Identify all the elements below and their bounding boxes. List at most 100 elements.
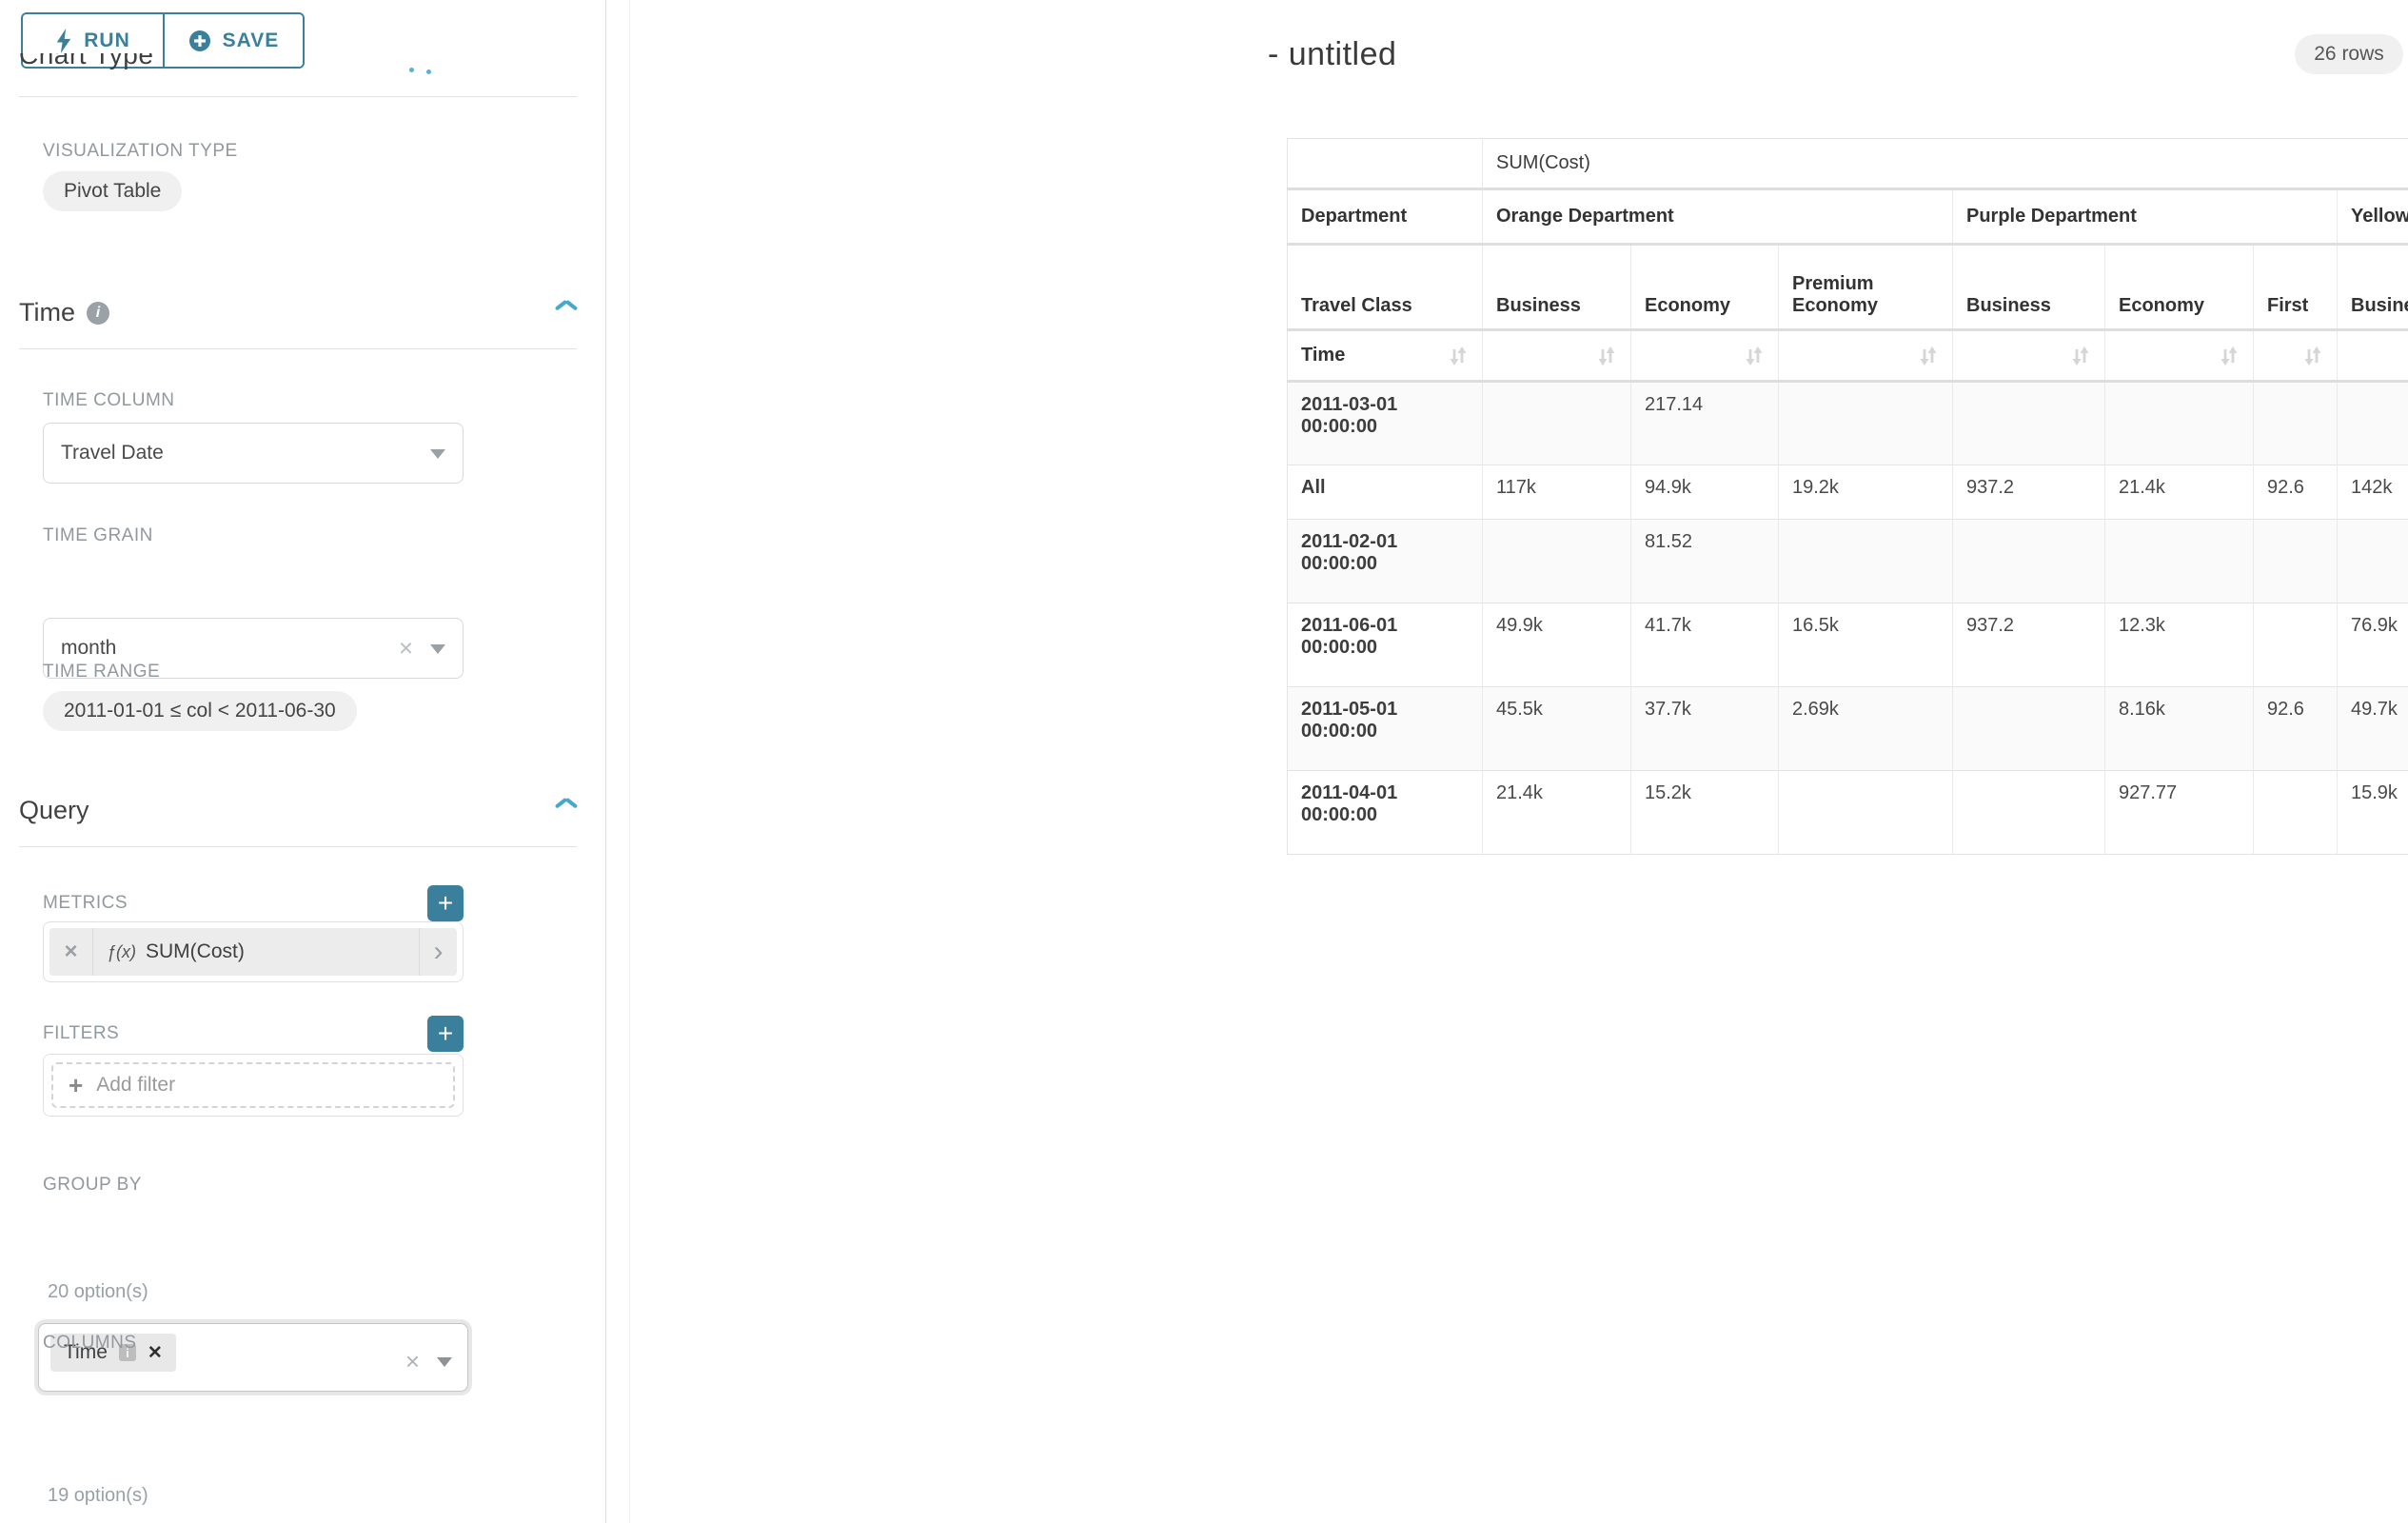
pivot-sort-col[interactable]: [1483, 330, 1631, 382]
pivot-sort-col[interactable]: [1953, 330, 2105, 382]
chart-header: - untitled 26 rows 00:00:00.18 </> .JSON: [1287, 27, 2408, 82]
sort-icon[interactable]: [2219, 346, 2240, 366]
time-column-value: Travel Date: [61, 442, 164, 465]
query-section-title: Query: [19, 796, 89, 825]
pivot-cell: 8.16k: [2105, 687, 2254, 771]
scrolled-chart-type-heading: Chart Type: [19, 53, 438, 86]
chevron-up-icon[interactable]: [556, 805, 577, 817]
pivot-sort-col[interactable]: [2338, 330, 2408, 382]
chevron-right-icon[interactable]: ›: [419, 928, 457, 976]
pivot-cell: [1779, 382, 1953, 465]
pivot-cell: 2.69k: [1779, 687, 1953, 771]
pivot-sort-col[interactable]: [2105, 330, 2254, 382]
pivot-sort-col[interactable]: [2254, 330, 2338, 382]
caret-down-icon[interactable]: [437, 1357, 452, 1367]
pivot-cell: 92.6: [2254, 465, 2338, 520]
pivot-cell: [1779, 520, 1953, 603]
row-count-badge: 26 rows: [2295, 34, 2403, 74]
lightning-bolt-icon: [55, 29, 72, 53]
pivot-table-container: SUM(Cost)DepartmentOrange DepartmentPurp…: [1287, 138, 2408, 855]
pivot-corner-cell: [1288, 139, 1483, 189]
pivot-cell: [2254, 771, 2338, 855]
caret-down-icon[interactable]: [430, 644, 445, 654]
pivot-cell: 76.9k: [2338, 603, 2408, 687]
pivot-col-header: Business: [1483, 245, 1631, 330]
visualization-type-pill[interactable]: Pivot Table: [43, 171, 182, 211]
pivot-cell: [2105, 520, 2254, 603]
time-range-pill[interactable]: 2011-01-01 ≤ col < 2011-06-30: [43, 691, 357, 731]
add-filter-plus-button[interactable]: +: [427, 1016, 464, 1052]
chevron-up-icon[interactable]: [556, 307, 577, 319]
pivot-col-header: Business: [1953, 245, 2105, 330]
time-section-title: Time: [19, 298, 75, 327]
run-button-label: RUN: [84, 30, 130, 52]
section-divider: [19, 348, 577, 349]
pivot-cell: [1953, 520, 2105, 603]
pivot-cell: 37.7k: [1631, 687, 1779, 771]
metrics-control: × ƒ(x) SUM(Cost) ›: [43, 921, 464, 982]
remove-metric-icon[interactable]: ×: [49, 928, 93, 976]
pivot-cell: 15.2k: [1631, 771, 1779, 855]
pivot-cell: [2254, 520, 2338, 603]
time-row-label: Time: [1301, 345, 1345, 366]
pivot-row-label: 2011-04-01 00:00:00: [1288, 771, 1483, 855]
time-range-label: TIME RANGE: [43, 662, 160, 682]
pivot-table: SUM(Cost)DepartmentOrange DepartmentPurp…: [1287, 138, 2408, 855]
pivot-group-header: Yellow Department: [2338, 189, 2408, 245]
query-section-header[interactable]: Query: [19, 796, 577, 825]
visualization-type-label: VISUALIZATION TYPE: [43, 141, 238, 162]
plus-icon: +: [438, 890, 453, 917]
pivot-cell: 217.14: [1631, 382, 1779, 465]
pivot-cell: 92.6: [2254, 687, 2338, 771]
pivot-row-label: 2011-03-01 00:00:00: [1288, 382, 1483, 465]
sort-icon[interactable]: [2070, 346, 2091, 366]
group-by-options-hint: 20 option(s): [48, 1281, 148, 1303]
pivot-row: 2011-02-01 00:00:0081.52343.98425.5: [1288, 520, 2408, 603]
pivot-cell: 15.9k: [2338, 771, 2408, 855]
pivot-cell: 19.2k: [1779, 465, 1953, 520]
time-section-header[interactable]: Time i: [19, 298, 577, 327]
add-filter-dropzone[interactable]: + Add filter: [51, 1062, 455, 1108]
sort-icon[interactable]: [1596, 346, 1617, 366]
pivot-cell: 937.2: [1953, 603, 2105, 687]
explore-view: RUN SAVE Chart Type VISUALIZATION TYPE P…: [0, 0, 2408, 1523]
plus-icon: +: [69, 1071, 83, 1100]
pivot-group-header: Purple Department: [1953, 189, 2338, 245]
pivot-col-header: Business: [2338, 245, 2408, 330]
pivot-cell: [1483, 520, 1631, 603]
remove-tag-icon[interactable]: ✕: [148, 1342, 163, 1364]
pivot-sort-col[interactable]: [1779, 330, 1953, 382]
pivot-cell: [1953, 771, 2105, 855]
caret-down-icon[interactable]: [430, 449, 445, 459]
clear-x-icon[interactable]: ×: [405, 1347, 420, 1376]
pivot-col-header: Economy: [1631, 245, 1779, 330]
add-metric-button[interactable]: +: [427, 885, 464, 921]
time-column-select[interactable]: Travel Date: [43, 423, 464, 484]
sort-icon[interactable]: [1744, 346, 1765, 366]
group-by-label: GROUP BY: [43, 1175, 142, 1196]
pivot-cell: 16.5k: [1779, 603, 1953, 687]
control-panel-sidebar: RUN SAVE Chart Type VISUALIZATION TYPE P…: [0, 0, 606, 1523]
info-icon: i: [87, 302, 109, 325]
metric-pill[interactable]: × ƒ(x) SUM(Cost) ›: [49, 928, 457, 976]
pivot-sort-time[interactable]: Time: [1288, 330, 1483, 382]
add-filter-placeholder: Add filter: [96, 1074, 175, 1097]
pivot-row-label: 2011-06-01 00:00:00: [1288, 603, 1483, 687]
sort-icon[interactable]: [1448, 346, 1469, 366]
pivot-sort-col[interactable]: [1631, 330, 1779, 382]
sort-icon[interactable]: [1918, 346, 1939, 366]
pivot-row: 2011-03-01 00:00:00217.14332.21549.35: [1288, 382, 2408, 465]
pivot-row: 2011-06-01 00:00:0049.9k41.7k16.5k937.21…: [1288, 603, 2408, 687]
metrics-label: METRICS: [43, 893, 128, 914]
pivot-col-header: Economy: [2105, 245, 2254, 330]
chart-title[interactable]: - untitled: [1268, 36, 1396, 73]
scrolled-icon-dot: [409, 68, 414, 72]
pivot-cell: 94.9k: [1631, 465, 1779, 520]
sort-icon[interactable]: [2302, 346, 2323, 366]
scrolled-icon-dot: [426, 69, 431, 74]
pivot-cell: 49.7k: [2338, 687, 2408, 771]
clear-x-icon[interactable]: ×: [399, 634, 413, 663]
filters-label: FILTERS: [43, 1023, 119, 1044]
pivot-row-label: All: [1288, 465, 1483, 520]
filters-control: + Add filter: [43, 1054, 464, 1117]
